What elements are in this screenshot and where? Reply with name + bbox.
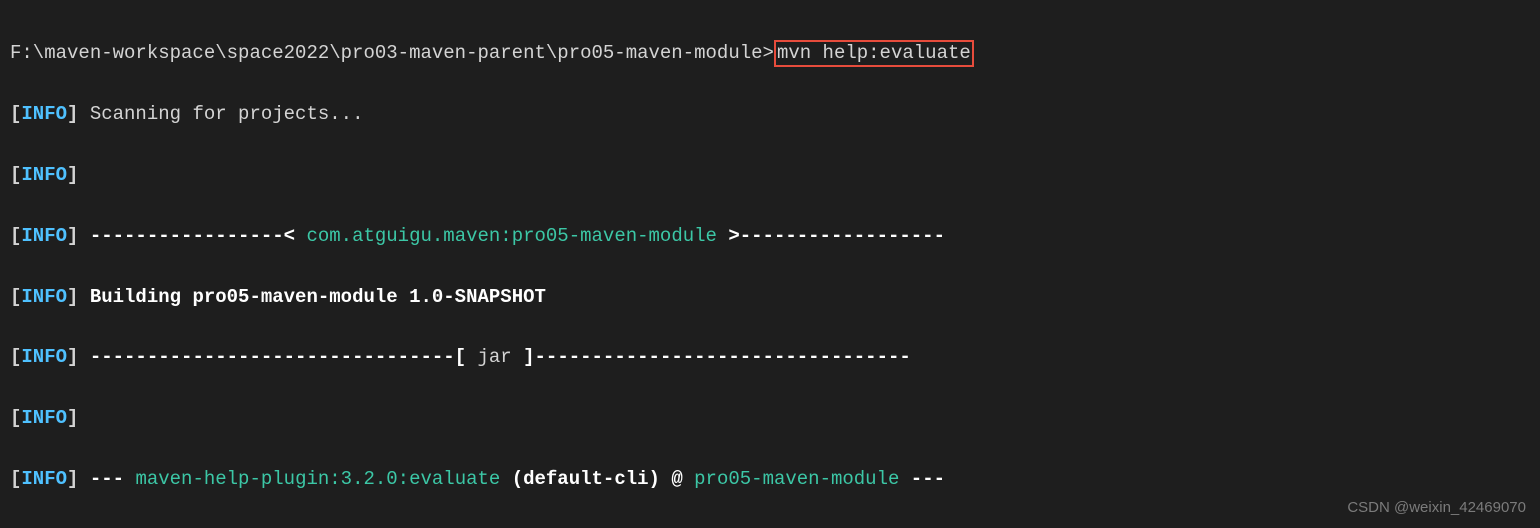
info-tag: INFO bbox=[21, 346, 67, 368]
watermark-text: CSDN @weixin_42469070 bbox=[1347, 496, 1526, 520]
prompt-path: F:\maven-workspace\space2022\pro03-maven… bbox=[10, 42, 774, 64]
goal-dashes-right: --- bbox=[899, 468, 945, 490]
dash-right: >------------------ bbox=[717, 225, 945, 247]
module-name: pro05-maven-module bbox=[694, 468, 899, 490]
info-tag: INFO bbox=[21, 407, 67, 429]
bracket-open: [ bbox=[10, 286, 21, 308]
info-tag: INFO bbox=[21, 103, 67, 125]
log-text: Scanning for projects... bbox=[78, 103, 363, 125]
bracket-open: [ bbox=[10, 164, 21, 186]
bracket-open: [ bbox=[10, 103, 21, 125]
bracket-close: ] bbox=[67, 468, 78, 490]
bracket-close: ] bbox=[67, 103, 78, 125]
bracket-open: [ bbox=[10, 407, 21, 429]
bracket-close: ] bbox=[67, 407, 78, 429]
bracket-open: [ bbox=[10, 346, 21, 368]
at-symbol: @ bbox=[660, 468, 694, 490]
goal-dashes-left: --- bbox=[78, 468, 135, 490]
dash-left: -----------------< bbox=[78, 225, 306, 247]
bracket-close: ] bbox=[67, 286, 78, 308]
jar-text: jar bbox=[478, 346, 512, 368]
bracket-close: ] bbox=[67, 346, 78, 368]
bracket-open: [ bbox=[10, 468, 21, 490]
bracket-close: ] bbox=[67, 164, 78, 186]
dash-jar-left: --------------------------------[ bbox=[78, 346, 477, 368]
building-text: Building pro05-maven-module 1.0-SNAPSHOT bbox=[78, 286, 545, 308]
info-tag: INFO bbox=[21, 225, 67, 247]
info-tag: INFO bbox=[21, 468, 67, 490]
info-tag: INFO bbox=[21, 164, 67, 186]
command-text: mvn help:evaluate bbox=[777, 42, 971, 64]
bracket-open: [ bbox=[10, 225, 21, 247]
info-tag: INFO bbox=[21, 286, 67, 308]
terminal-output: F:\maven-workspace\space2022\pro03-maven… bbox=[0, 0, 1540, 528]
command-highlight: mvn help:evaluate bbox=[774, 40, 974, 67]
artifact-id: com.atguigu.maven:pro05-maven-module bbox=[306, 225, 716, 247]
dash-jar-right: ]--------------------------------- bbox=[512, 346, 911, 368]
default-cli: (default-cli) bbox=[500, 468, 660, 490]
plugin-name: maven-help-plugin:3.2.0:evaluate bbox=[135, 468, 500, 490]
bracket-close: ] bbox=[67, 225, 78, 247]
